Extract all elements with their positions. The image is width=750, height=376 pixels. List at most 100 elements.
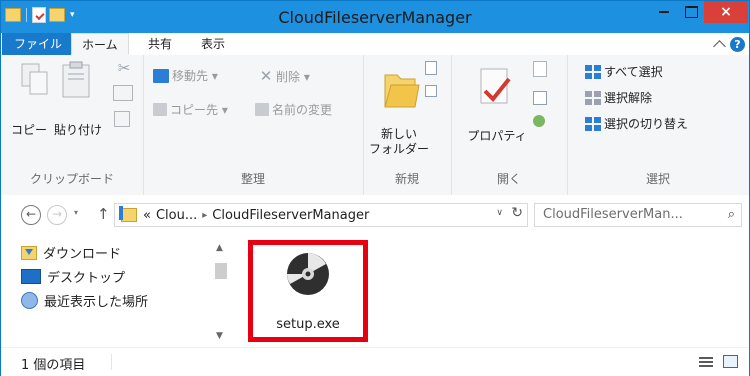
nav-item-label: デスクトップ xyxy=(47,271,126,286)
folder-icon xyxy=(119,206,137,222)
help-icon[interactable]: ? xyxy=(730,37,745,52)
search-icon[interactable]: ⌕ xyxy=(728,204,735,226)
minimize-button[interactable] xyxy=(650,1,678,23)
search-box[interactable]: CloudFileserverMan... ⌕ xyxy=(534,203,742,227)
scroll-thumb[interactable] xyxy=(215,263,227,279)
address-bar[interactable]: « Clou... ▸ CloudFileserverManager ∨ ↻ xyxy=(114,203,528,227)
tab-file[interactable]: ファイル xyxy=(2,33,75,55)
select-none-button[interactable]: 選択解除 xyxy=(585,89,652,106)
collapse-ribbon-icon[interactable] xyxy=(713,40,726,53)
easy-access-icon[interactable] xyxy=(425,85,437,97)
desktop-icon xyxy=(21,269,41,284)
new-item-icon[interactable] xyxy=(425,61,437,75)
cut-icon[interactable]: ✂ xyxy=(117,59,131,77)
window-title: CloudFileserverManager xyxy=(278,8,472,27)
move-to-button[interactable]: 移動先 ▾ xyxy=(153,67,218,84)
select-all-button[interactable]: すべて選択 xyxy=(585,63,663,80)
search-placeholder: CloudFileserverMan... xyxy=(543,207,683,222)
paste-button[interactable]: 貼り付け xyxy=(53,123,103,138)
nav-item-label: ダウンロード xyxy=(43,247,122,262)
rename-button[interactable]: 名前の変更 xyxy=(255,101,332,118)
nav-item-downloads[interactable]: ダウンロード xyxy=(21,243,121,262)
invert-selection-label: 選択の切り替え xyxy=(604,117,689,131)
select-group: すべて選択 選択解除 選択の切り替え 選択 xyxy=(567,55,749,195)
forward-button[interactable]: → xyxy=(47,205,67,225)
explorer-window: ▾ CloudFileserverManager × ファイル ホーム 共有 表… xyxy=(0,0,750,376)
select-none-icon xyxy=(585,90,601,105)
edit-icon[interactable] xyxy=(533,91,547,105)
delete-label: 削除 ▾ xyxy=(276,69,310,84)
new-folder-icon[interactable] xyxy=(381,67,421,111)
refresh-icon[interactable]: ↻ xyxy=(511,205,523,221)
breadcrumb-item-parent[interactable]: Clou... xyxy=(156,208,197,223)
properties-icon[interactable] xyxy=(475,67,515,113)
navigation-scrollbar[interactable]: ▲ ▼ xyxy=(213,237,229,347)
copy-icon[interactable] xyxy=(21,63,49,97)
navigation-bar: ← → ▾ ↑ « Clou... ▸ CloudFileserverManag… xyxy=(1,195,749,237)
history-icon[interactable] xyxy=(533,115,545,127)
select-all-label: すべて選択 xyxy=(604,65,663,79)
copy-to-icon xyxy=(153,103,167,116)
downloads-icon xyxy=(21,245,37,260)
properties-button[interactable]: プロパティ xyxy=(467,129,527,144)
breadcrumb-overflow[interactable]: « xyxy=(143,208,151,223)
maximize-button[interactable] xyxy=(678,1,704,23)
open-group-label: 開く xyxy=(496,172,521,186)
invert-selection-icon xyxy=(585,116,601,131)
breadcrumb-item-current[interactable]: CloudFileserverManager xyxy=(212,208,369,223)
copy-button[interactable]: コピー xyxy=(9,123,49,138)
up-button[interactable]: ↑ xyxy=(97,205,110,223)
paste-shortcut-icon[interactable] xyxy=(114,111,130,127)
new-folder-label-line2: フォルダー xyxy=(368,142,429,156)
nav-item-recent-places[interactable]: 最近表示した場所 xyxy=(21,291,148,310)
file-list: setup.exe xyxy=(237,237,749,347)
move-to-icon xyxy=(153,68,169,83)
recent-locations-dropdown-icon[interactable]: ▾ xyxy=(74,208,78,217)
highlight-box xyxy=(248,240,368,342)
open-group: プロパティ 開く xyxy=(451,55,568,195)
item-count: 1 個の項目 xyxy=(21,358,86,373)
tab-view[interactable]: 表示 xyxy=(191,33,235,55)
rename-icon xyxy=(255,103,269,116)
rename-label: 名前の変更 xyxy=(272,103,333,117)
select-none-label: 選択解除 xyxy=(604,91,653,105)
new-folder-label-line1: 新しい xyxy=(380,127,417,141)
delete-icon: ✕ xyxy=(259,67,273,85)
select-group-label: 選択 xyxy=(645,172,670,186)
select-all-icon xyxy=(585,64,601,79)
open-icon[interactable] xyxy=(533,61,547,77)
copy-to-button[interactable]: コピー先 ▾ xyxy=(153,101,228,118)
new-group-label: 新規 xyxy=(394,172,419,186)
ribbon-tabs: ファイル ホーム 共有 表示 ? xyxy=(1,33,749,56)
ribbon: コピー 貼り付け ✂ クリップボード 移動先 ▾ ✕ 削除 ▾ コピー先 ▾ 名… xyxy=(1,55,749,196)
nav-item-label: 最近表示した場所 xyxy=(44,295,149,310)
new-group: 新しい フォルダー 新規 xyxy=(363,55,452,195)
details-view-icon[interactable] xyxy=(699,356,713,368)
copy-path-icon[interactable] xyxy=(113,85,133,101)
organize-group-label: 整理 xyxy=(240,172,265,186)
status-bar: 1 個の項目 xyxy=(1,347,749,376)
address-dropdown-icon[interactable]: ∨ xyxy=(496,208,503,218)
invert-selection-button[interactable]: 選択の切り替え xyxy=(585,115,688,132)
large-icons-view-icon[interactable] xyxy=(723,355,738,368)
title-bar[interactable]: ▾ CloudFileserverManager × xyxy=(1,1,749,33)
move-to-label: 移動先 ▾ xyxy=(172,69,218,83)
scroll-up-icon[interactable]: ▲ xyxy=(216,243,223,253)
scroll-down-icon[interactable]: ▼ xyxy=(216,331,223,341)
status-divider xyxy=(111,354,112,370)
ribbon-controls: ? xyxy=(713,37,745,53)
organize-group: 移動先 ▾ ✕ 削除 ▾ コピー先 ▾ 名前の変更 整理 xyxy=(143,55,364,195)
maximize-icon xyxy=(684,6,698,18)
breadcrumb-separator-icon[interactable]: ▸ xyxy=(202,210,207,221)
paste-icon[interactable] xyxy=(61,61,91,99)
close-button[interactable]: × xyxy=(704,1,748,23)
nav-item-desktop[interactable]: デスクトップ xyxy=(21,267,125,286)
minimize-icon xyxy=(659,11,669,13)
recent-places-icon xyxy=(21,292,38,309)
tab-home[interactable]: ホーム xyxy=(71,33,129,55)
new-folder-button[interactable]: 新しい フォルダー xyxy=(367,127,431,157)
back-button[interactable]: ← xyxy=(21,205,41,225)
delete-button[interactable]: ✕ 削除 ▾ xyxy=(259,67,310,85)
tab-share[interactable]: 共有 xyxy=(138,33,182,55)
clipboard-group-label: クリップボード xyxy=(29,172,114,186)
